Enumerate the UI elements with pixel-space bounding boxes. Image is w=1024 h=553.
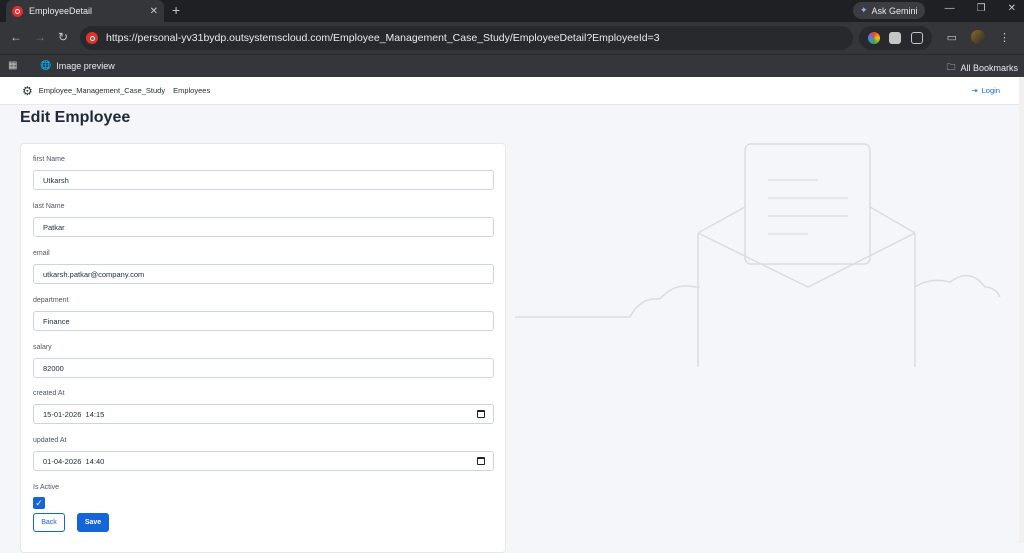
outsystems-favicon-icon [12,5,23,17]
created-at-value: 15-01-2026 14:15 [43,409,105,419]
first-name-label: first Name [33,156,65,163]
is-active-label: Is Active [33,484,60,491]
department-input[interactable]: Finance [33,311,494,331]
apps-grid-icon[interactable]: ▦ [8,60,17,71]
window-controls: — ❐ ✕ [945,3,1016,14]
menu-employees-link[interactable]: Employees [173,86,210,95]
salary-value: 82000 [43,363,64,373]
bookmarks-bar: ▦ 🌐 Image preview 🗀 All Bookmarks [0,54,1024,77]
all-bookmarks-button[interactable]: 🗀 All Bookmarks [946,60,1018,76]
created-at-field: created At 15-01-2026 14:15 [33,390,494,424]
gemini-sparkle-icon: ✦ [860,5,868,15]
salary-field: salary 82000 [33,344,494,378]
folder-icon: 🗀 [946,62,956,72]
site-info-icon[interactable] [86,32,98,44]
all-bookmarks-label: All Bookmarks [960,63,1018,73]
toolbar-right: ▭ ⋮ [947,30,1010,44]
reload-icon[interactable]: ↻ [58,30,68,44]
browser-tab[interactable]: EmployeeDetail ✕ [6,0,164,22]
last-name-value: Patkar [43,222,65,232]
minimize-icon[interactable]: — [945,3,955,14]
address-bar[interactable]: https://personal-yv31bydp.outsystemsclou… [80,26,853,50]
save-button[interactable]: Save [77,513,109,532]
last-name-field: last Name Patkar [33,203,494,237]
browser-toolbar: ← → ↻ https://personal-yv31bydp.outsyste… [0,22,1024,54]
login-icon: ⇥ [971,86,978,95]
side-panel-icon[interactable]: ▭ [947,31,957,44]
back-button[interactable]: Back [33,513,65,532]
updated-at-label: updated At [33,437,67,444]
app-name-link[interactable]: Employee_Management_Case_Study [39,86,165,95]
created-at-label: created At [33,390,65,397]
google-lens-icon[interactable] [867,32,880,44]
salary-input[interactable]: 82000 [33,358,494,378]
checkmark-icon: ✓ [35,497,43,508]
app-header: ⚙ Employee_Management_Case_Study Employe… [0,77,1024,105]
profile-avatar[interactable] [971,30,985,44]
department-field: department Finance [33,297,494,331]
salary-label: salary [33,344,52,351]
bookmark-label: Image preview [56,60,115,71]
back-arrow-icon[interactable]: ← [10,30,22,44]
first-name-field: first Name Utkarsh [33,156,494,190]
email-input[interactable]: utkarsh.patkar@company.com [33,264,494,284]
new-tab-button[interactable]: + [172,2,180,18]
calendar-icon[interactable] [477,410,485,418]
first-name-value: Utkarsh [43,175,69,185]
globe-icon: 🌐 [40,60,52,70]
email-label: email [33,250,50,257]
edit-employee-form: first Name Utkarsh last Name Patkar emai… [20,143,506,553]
department-value: Finance [43,316,70,326]
forward-arrow-icon[interactable]: → [34,30,46,44]
menu-dots-icon[interactable]: ⋮ [999,31,1010,44]
email-value: utkarsh.patkar@company.com [43,269,145,279]
tab-title: EmployeeDetail [29,6,93,16]
extensions-puzzle-icon[interactable] [911,32,924,44]
envelope-illustration [515,143,1001,367]
extensions-group [859,26,932,50]
is-active-checkbox[interactable]: ✓ [33,497,45,509]
last-name-input[interactable]: Patkar [33,217,494,237]
browser-tab-bar: EmployeeDetail ✕ + ✦ Ask Gemini — ❐ ✕ [0,0,1024,22]
restore-icon[interactable]: ❐ [977,3,986,14]
page-scrollbar[interactable] [1019,77,1024,543]
last-name-label: last Name [33,203,65,210]
updated-at-field: updated At 01-04-2026 14:40 [33,437,494,471]
updated-at-input[interactable]: 01-04-2026 14:40 [33,451,494,471]
ask-gemini-label: Ask Gemini [871,5,918,16]
camera-icon[interactable] [889,32,902,44]
email-field: email utkarsh.patkar@company.com [33,250,494,284]
close-tab-icon[interactable]: ✕ [150,6,158,17]
app-logo-icon[interactable]: ⚙ [22,84,33,98]
login-link[interactable]: ⇥ Login [971,86,1000,95]
page-title: Edit Employee [20,109,131,126]
ask-gemini-button[interactable]: ✦ Ask Gemini [853,2,925,19]
bookmark-image-preview[interactable]: 🌐 Image preview [40,60,115,71]
updated-at-value: 01-04-2026 14:40 [43,456,105,466]
first-name-input[interactable]: Utkarsh [33,170,494,190]
page-content: ⚙ Employee_Management_Case_Study Employe… [0,77,1024,553]
close-window-icon[interactable]: ✕ [1008,3,1016,14]
login-label: Login [981,86,1000,95]
created-at-input[interactable]: 15-01-2026 14:15 [33,404,494,424]
calendar-icon[interactable] [477,457,485,465]
url-text: https://personal-yv31bydp.outsystemsclou… [106,32,660,44]
department-label: department [33,297,69,304]
